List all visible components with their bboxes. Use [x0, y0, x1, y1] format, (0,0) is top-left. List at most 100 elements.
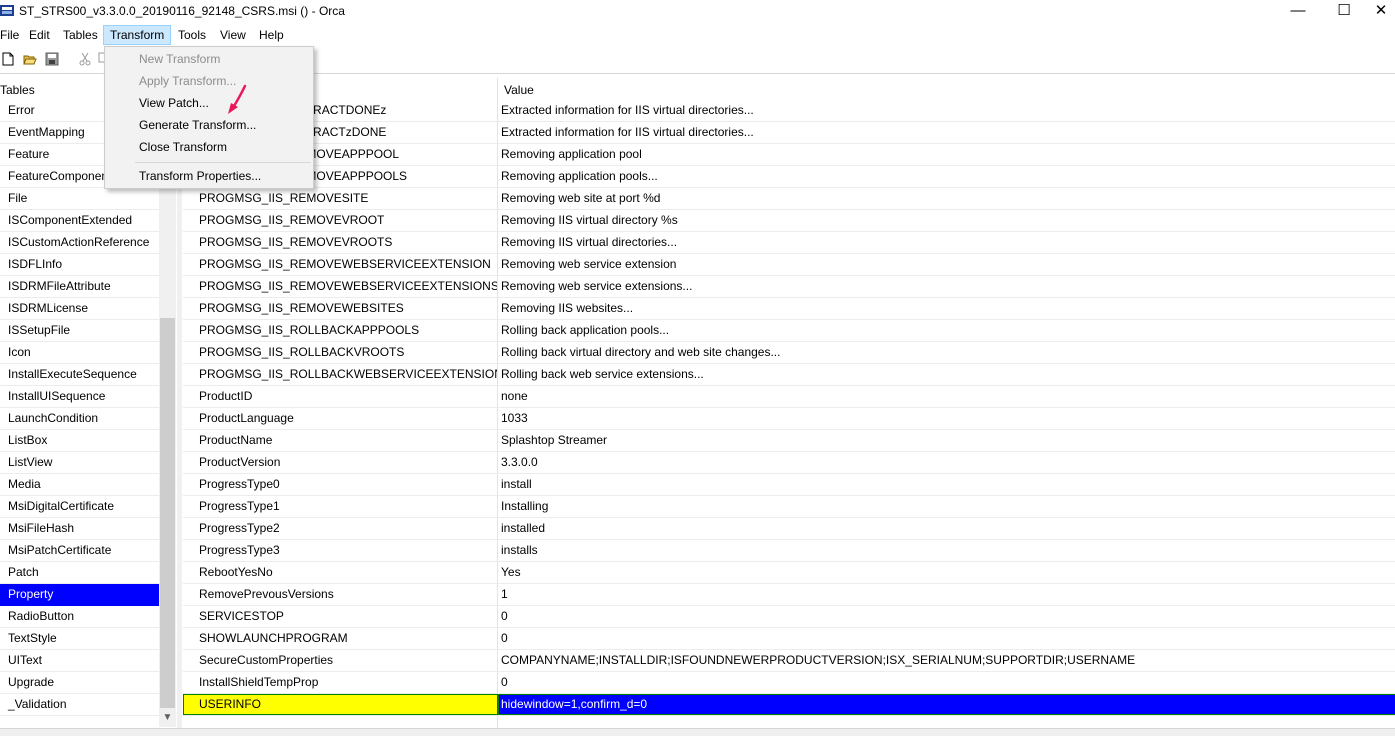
- property-cell[interactable]: SecureCustomProperties: [199, 650, 497, 671]
- table-list-item[interactable]: InstallUISequence: [0, 386, 159, 408]
- value-cell[interactable]: installs: [501, 540, 538, 561]
- table-list-item[interactable]: ISCustomActionReference: [0, 232, 159, 254]
- table-row[interactable]: ProductLanguage 1033: [183, 408, 1395, 430]
- value-cell[interactable]: Extracted information for IIS virtual di…: [501, 100, 754, 121]
- value-cell[interactable]: none: [501, 386, 528, 407]
- menu-item-generate-transform[interactable]: Generate Transform...: [106, 114, 312, 136]
- table-list-item[interactable]: UIText: [0, 650, 159, 672]
- menu-help[interactable]: Help: [253, 25, 290, 45]
- table-row[interactable]: ProgressType2 installed: [183, 518, 1395, 540]
- value-cell[interactable]: Removing web site at port %d: [501, 188, 660, 209]
- value-cell[interactable]: install: [501, 474, 532, 495]
- table-row[interactable]: PROGMSG_IIS_REMOVEWEBSERVICEEXTENSION Rem…: [183, 254, 1395, 276]
- value-cell[interactable]: Splashtop Streamer: [501, 430, 607, 451]
- cut-icon[interactable]: [78, 52, 92, 66]
- column-header-value[interactable]: Value: [504, 81, 534, 99]
- table-row[interactable]: RemovePrevousVersions 1: [183, 584, 1395, 606]
- menu-item-close-transform[interactable]: Close Transform: [106, 136, 312, 158]
- value-cell[interactable]: Removing IIS virtual directories...: [501, 232, 677, 253]
- value-cell[interactable]: 0: [501, 606, 508, 627]
- property-cell[interactable]: PROGMSG_IIS_REMOVESITE: [199, 188, 497, 209]
- property-cell[interactable]: ProgressType0: [199, 474, 497, 495]
- table-list-item[interactable]: Upgrade: [0, 672, 159, 694]
- value-cell[interactable]: Rolling back virtual directory and web s…: [501, 342, 780, 363]
- property-cell[interactable]: PROGMSG_IIS_ROLLBACKVROOTS: [199, 342, 497, 363]
- value-cell[interactable]: Rolling back application pools...: [501, 320, 669, 341]
- value-cell[interactable]: 0: [501, 672, 508, 693]
- menu-tools[interactable]: Tools: [172, 25, 212, 45]
- menu-item-view-patch[interactable]: View Patch...: [106, 92, 312, 114]
- table-list-item[interactable]: ISSetupFile: [0, 320, 159, 342]
- table-row[interactable]: PROGMSG_IIS_EXTRACTDONEzExtracted inform…: [183, 100, 1395, 122]
- scroll-down-arrow-icon[interactable]: ▼: [159, 709, 176, 726]
- menu-edit[interactable]: Edit: [23, 25, 56, 45]
- table-row[interactable]: PROGMSG_IIS_REMOVESITE Removing web site …: [183, 188, 1395, 210]
- value-cell[interactable]: installed: [501, 518, 545, 539]
- table-list-item[interactable]: ListView: [0, 452, 159, 474]
- table-row[interactable]: InstallShieldTempProp 0: [183, 672, 1395, 694]
- property-cell[interactable]: InstallShieldTempProp: [199, 672, 497, 693]
- table-row[interactable]: PROGMSG_IIS_REMOVEWEBSITES Removing IIS w…: [183, 298, 1395, 320]
- value-cell[interactable]: Removing application pools...: [501, 166, 658, 187]
- property-cell[interactable]: RebootYesNo: [199, 562, 497, 583]
- value-cell[interactable]: 3.3.0.0: [501, 452, 538, 473]
- table-row[interactable]: PROGMSG_IIS_REMOVEAPPPOOLSRemoving appli…: [183, 166, 1395, 188]
- table-list-item[interactable]: ISDRMLicense: [0, 298, 159, 320]
- table-row[interactable]: PROGMSG_IIS_REMOVEAPPPOOLRemoving applic…: [183, 144, 1395, 166]
- table-row[interactable]: SERVICESTOP 0: [183, 606, 1395, 628]
- value-cell[interactable]: Removing IIS virtual directory %s: [501, 210, 678, 231]
- property-cell[interactable]: RemovePrevousVersions: [199, 584, 497, 605]
- table-list-item[interactable]: Patch: [0, 562, 159, 584]
- value-cell[interactable]: Removing web service extension: [501, 254, 676, 275]
- table-list-item[interactable]: ISComponentExtended: [0, 210, 159, 232]
- value-cell[interactable]: 1: [501, 584, 508, 605]
- property-cell[interactable]: SERVICESTOP: [199, 606, 497, 627]
- value-cell[interactable]: Removing web service extensions...: [501, 276, 692, 297]
- value-cell[interactable]: COMPANYNAME;INSTALLDIR;ISFOUNDNEWERPRODU…: [501, 650, 1135, 671]
- table-row[interactable]: PROGMSG_IIS_REMOVEWEBSERVICEEXTENSIONS Re…: [183, 276, 1395, 298]
- table-list-item[interactable]: MsiFileHash: [0, 518, 159, 540]
- property-cell[interactable]: ProductName: [199, 430, 497, 451]
- close-button[interactable]: ✕: [1367, 0, 1395, 24]
- value-cell[interactable]: 1033: [501, 408, 528, 429]
- value-cell[interactable]: Rolling back web service extensions...: [501, 364, 704, 385]
- table-list-item[interactable]: MsiDigitalCertificate: [0, 496, 159, 518]
- property-cell[interactable]: PROGMSG_IIS_REMOVEVROOTS: [199, 232, 497, 253]
- property-cell[interactable]: ProgressType1: [199, 496, 497, 517]
- menu-item-transform-properties[interactable]: Transform Properties...: [106, 165, 312, 187]
- property-cell[interactable]: ProductLanguage: [199, 408, 497, 429]
- new-icon[interactable]: [1, 52, 15, 66]
- table-list-item[interactable]: TextStyle: [0, 628, 159, 650]
- property-cell[interactable]: USERINFO: [183, 694, 498, 715]
- value-cell[interactable]: Removing application pool: [501, 144, 642, 165]
- table-row[interactable]: SecureCustomProperties COMPANYNAME;INSTAL…: [183, 650, 1395, 672]
- table-row[interactable]: PROGMSG_IIS_ROLLBACKWEBSERVICEEXTENSIONS…: [183, 364, 1395, 386]
- property-cell[interactable]: ProgressType2: [199, 518, 497, 539]
- table-row[interactable]: USERINFO hidewindow=1,confirm_d=0: [183, 694, 1395, 716]
- property-cell[interactable]: PROGMSG_IIS_ROLLBACKWEBSERVICEEXTENSIONS: [199, 364, 497, 385]
- property-cell[interactable]: PROGMSG_IIS_ROLLBACKAPPPOOLS: [199, 320, 497, 341]
- table-row[interactable]: ProductVersion 3.3.0.0: [183, 452, 1395, 474]
- menu-file[interactable]: File: [0, 25, 25, 45]
- table-row[interactable]: ProgressType0 install: [183, 474, 1395, 496]
- value-cell[interactable]: Extracted information for IIS virtual di…: [501, 122, 754, 143]
- table-list-item[interactable]: Media: [0, 474, 159, 496]
- table-list-item[interactable]: Icon: [0, 342, 159, 364]
- menu-view[interactable]: View: [214, 25, 252, 45]
- table-list-item[interactable]: InstallExecuteSequence: [0, 364, 159, 386]
- property-cell[interactable]: ProgressType3: [199, 540, 497, 561]
- table-row[interactable]: RebootYesNo Yes: [183, 562, 1395, 584]
- table-row[interactable]: SHOWLAUNCHPROGRAM 0: [183, 628, 1395, 650]
- minimize-button[interactable]: —: [1275, 0, 1321, 24]
- table-list-item[interactable]: MsiPatchCertificate: [0, 540, 159, 562]
- property-cell[interactable]: PROGMSG_IIS_REMOVEWEBSERVICEEXTENSION: [199, 254, 497, 275]
- table-row[interactable]: PROGMSG_IIS_ROLLBACKVROOTS Rolling back v…: [183, 342, 1395, 364]
- table-row[interactable]: ProgressType3 installs: [183, 540, 1395, 562]
- maximize-button[interactable]: ☐: [1321, 0, 1367, 24]
- table-list-item[interactable]: ISDFLInfo: [0, 254, 159, 276]
- menu-tables[interactable]: Tables: [57, 25, 104, 45]
- table-row[interactable]: PROGMSG_IIS_EXTRACTzDONEExtracted inform…: [183, 122, 1395, 144]
- table-row[interactable]: ProductName Splashtop Streamer: [183, 430, 1395, 452]
- open-icon[interactable]: [23, 52, 37, 66]
- table-row[interactable]: PROGMSG_IIS_REMOVEVROOTS Removing IIS vir…: [183, 232, 1395, 254]
